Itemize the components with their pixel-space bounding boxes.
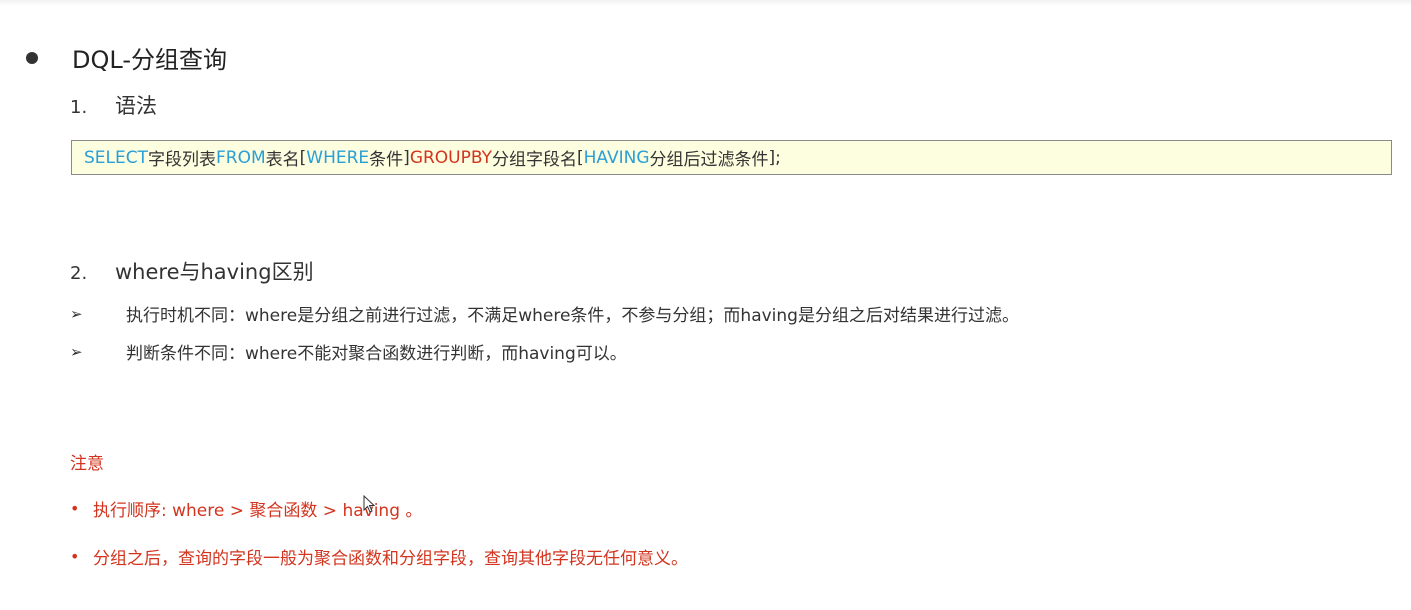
difference-text: 执行时机不同：where是分组之前进行过滤，不满足where条件，不参与分组；而…: [126, 306, 1019, 326]
difference-item: ➢ 判断条件不同：where不能对聚合函数进行判断，而having可以。: [70, 339, 627, 365]
difference-text: 判断条件不同：where不能对聚合函数进行判断，而having可以。: [126, 344, 627, 364]
keyword-from: FROM: [216, 147, 266, 168]
section-number: 2.: [70, 263, 88, 284]
syntax-code-box: SELECT 字段列表 FROM 表名 [ WHERE 条件 ] GROUP B…: [71, 140, 1392, 175]
document-page: DQL-分组查询 1. 语法 SELECT 字段列表 FROM 表名 [ WHE…: [0, 0, 1411, 610]
section-title: 语法: [115, 94, 157, 118]
difference-item: ➢ 执行时机不同：where是分组之前进行过滤，不满足where条件，不参与分组…: [70, 301, 1019, 327]
note-text: 分组之后，查询的字段一般为聚合函数和分组字段，查询其他字段无任何意义。: [93, 549, 688, 569]
arrowhead-bullet-icon: ➢: [70, 342, 83, 361]
keyword-where: WHERE: [306, 147, 370, 168]
syntax-table-name: 表名: [265, 150, 300, 170]
title-bullet-icon: [26, 51, 38, 64]
note-item: • 分组之后，查询的字段一般为聚合函数和分组字段，查询其他字段无任何意义。: [70, 544, 688, 569]
section-syntax-heading: 1. 语法: [70, 90, 157, 120]
keyword-having: HAVING: [583, 147, 650, 168]
keyword-select: SELECT: [84, 147, 148, 168]
syntax-bracket-close: ];: [768, 147, 781, 168]
syntax-bracket-close: ]: [403, 147, 410, 168]
mouse-pointer-icon: [363, 495, 375, 513]
section-number: 1.: [70, 97, 88, 118]
syntax-group-field: 分组字段名: [492, 150, 577, 170]
syntax-bracket-open: [: [299, 147, 307, 168]
syntax-condition: 条件: [369, 150, 404, 170]
keyword-by: BY: [470, 147, 492, 168]
syntax-bracket-open: [: [577, 147, 584, 168]
keyword-group: GROUP: [409, 147, 471, 168]
top-shadow: [0, 0, 1411, 6]
syntax-field-list: 字段列表: [148, 150, 216, 170]
section-title: where与having区别: [115, 260, 314, 284]
syntax-having-condition: 分组后过滤条件: [649, 150, 769, 170]
section-difference-heading: 2. where与having区别: [70, 256, 314, 286]
dot-bullet-icon: •: [70, 547, 80, 566]
page-title: DQL-分组查询: [72, 46, 227, 74]
dot-bullet-icon: •: [70, 499, 80, 518]
title-row: DQL-分组查询: [26, 40, 227, 75]
note-title: 注意: [70, 454, 104, 474]
arrowhead-bullet-icon: ➢: [70, 304, 83, 323]
